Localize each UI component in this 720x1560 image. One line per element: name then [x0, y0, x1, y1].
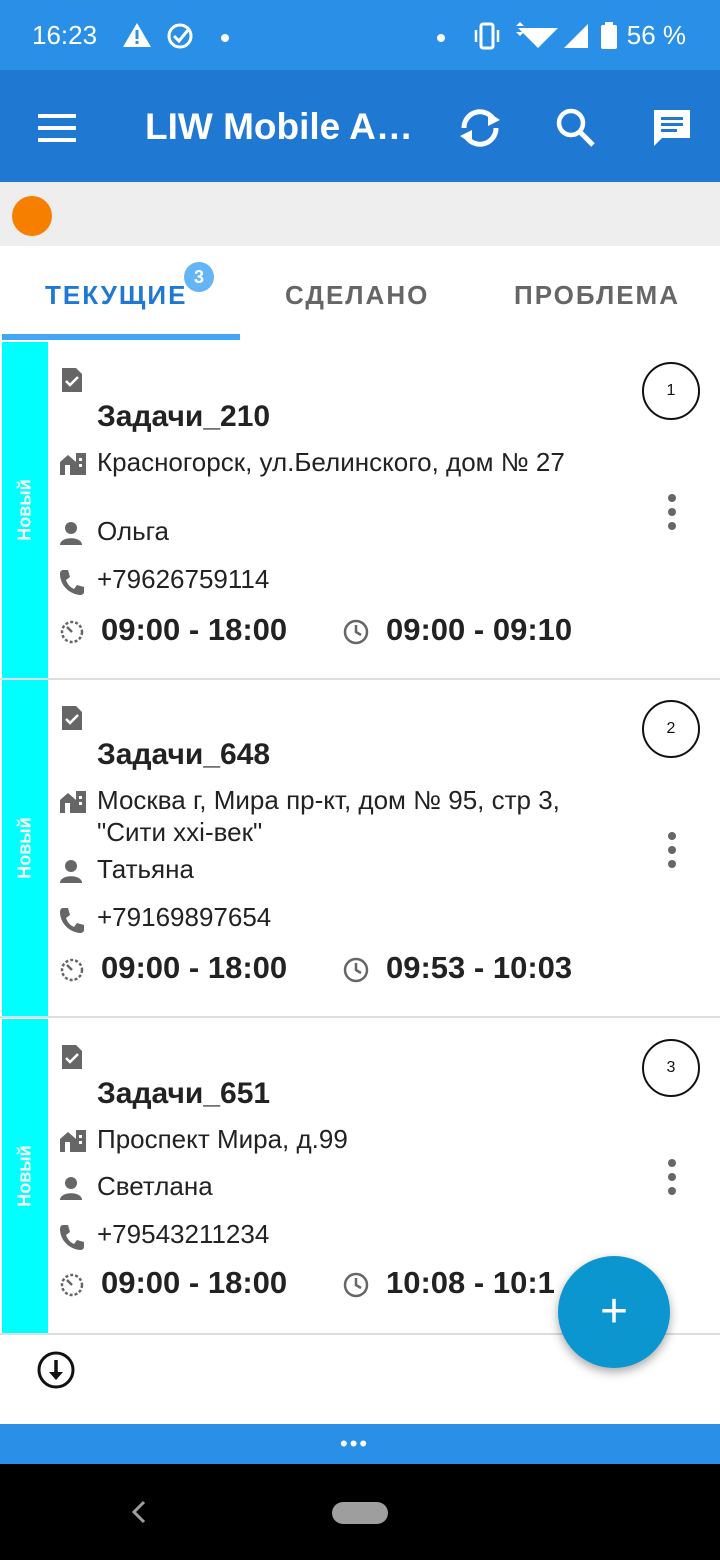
tab-current[interactable]: ТЕКУЩИЕ [45, 280, 187, 311]
connection-status-bar [0, 182, 720, 246]
signal-icon [562, 22, 590, 55]
status-stripe: Новый [2, 342, 48, 678]
task-document-icon [60, 366, 84, 399]
notification-dot-icon [220, 30, 230, 48]
tab-badge: 3 [184, 262, 214, 292]
app-title: LIW Mobile A… [145, 106, 413, 147]
status-bar: 16:23 56 % [0, 0, 720, 70]
task-eta: 09:53 - 10:03 [386, 950, 573, 985]
add-icon: + [599, 1285, 629, 1338]
status-label: Новый [14, 817, 35, 879]
status-stripe: Новый [2, 1019, 48, 1333]
task-address: Москва г, Мира пр-кт, дом № 95, стр 3, "… [97, 785, 560, 847]
task-address: Проспект Мира, д.99 [97, 1124, 348, 1154]
sync-icon[interactable] [456, 106, 500, 150]
task-title: Задачи_648 [97, 738, 271, 771]
building-icon [58, 450, 88, 481]
task-title: Задачи_210 [97, 400, 271, 433]
battery-icon [600, 22, 618, 55]
task-time-window: 09:00 - 18:00 [101, 1265, 288, 1300]
system-nav-bar [0, 1464, 720, 1560]
status-time: 16:23 [32, 20, 98, 50]
person-icon [58, 520, 84, 551]
task-contact: Светлана [97, 1171, 213, 1201]
task-order-number: 1 [642, 362, 700, 420]
phone-icon [58, 568, 86, 601]
bottom-expand-bar[interactable]: ••• [0, 1424, 720, 1464]
more-vert-icon[interactable] [658, 1157, 686, 1197]
more-vert-icon[interactable] [658, 830, 686, 870]
phone-icon [58, 1223, 86, 1256]
person-icon [58, 858, 84, 889]
task-eta: 09:00 - 09:10 [386, 612, 573, 647]
battery-percent: 56 % [626, 20, 686, 50]
add-task-button[interactable]: + [558, 1256, 670, 1368]
warning-icon [122, 22, 152, 53]
timer-icon [58, 618, 86, 651]
timer-icon [58, 1271, 86, 1304]
notification-dot-icon [436, 30, 446, 48]
clock-icon [342, 1271, 370, 1304]
task-card[interactable]: Новый Задачи_648 Москва г, Мира пр-кт, д… [0, 680, 720, 1018]
chat-icon[interactable] [650, 106, 694, 150]
vibrate-icon [472, 22, 502, 55]
status-stripe: Новый [2, 680, 48, 1016]
task-phone[interactable]: +79626759114 [97, 564, 269, 595]
app-bar: LIW Mobile A… [0, 70, 720, 182]
search-icon[interactable] [554, 106, 598, 150]
task-eta: 10:08 - 10:1 [386, 1265, 555, 1300]
task-phone[interactable]: +79169897654 [97, 902, 271, 933]
check-circle-icon [166, 22, 196, 55]
status-dot [12, 196, 52, 236]
task-phone[interactable]: +79543211234 [97, 1219, 269, 1250]
clock-icon [342, 956, 370, 989]
tab-indicator [2, 334, 240, 340]
task-order-number: 2 [642, 700, 700, 758]
task-order-number: 3 [642, 1039, 700, 1097]
clock-icon [342, 618, 370, 651]
more-vert-icon[interactable] [658, 492, 686, 532]
phone-icon [58, 906, 86, 939]
tab-done[interactable]: СДЕЛАНО [285, 280, 429, 311]
task-document-icon [60, 704, 84, 737]
task-address: Красногорск, ул.Белинского, дом № 27 [97, 447, 565, 477]
tab-bar: ТЕКУЩИЕ 3 СДЕЛАНО ПРОБЛЕМА [0, 246, 720, 342]
task-contact: Татьяна [97, 854, 194, 884]
timer-icon [58, 956, 86, 989]
menu-icon[interactable] [36, 106, 80, 150]
tab-problem[interactable]: ПРОБЛЕМА [514, 280, 680, 311]
task-time-window: 09:00 - 18:00 [101, 950, 288, 985]
task-document-icon [60, 1043, 84, 1076]
back-icon[interactable] [128, 1494, 150, 1535]
status-label: Новый [14, 1145, 35, 1207]
more-horiz-icon: ••• [340, 1431, 370, 1456]
task-time-window: 09:00 - 18:00 [101, 612, 288, 647]
status-label: Новый [14, 479, 35, 541]
task-card[interactable]: Новый Задачи_210 Красногорск, ул.Белинск… [0, 342, 720, 680]
wifi-icon [514, 22, 562, 55]
building-icon [58, 1127, 88, 1158]
download-icon[interactable] [36, 1350, 76, 1395]
building-icon [58, 788, 88, 819]
person-icon [58, 1175, 84, 1206]
home-button[interactable] [332, 1502, 388, 1524]
task-contact: Ольга [97, 516, 170, 546]
task-title: Задачи_651 [97, 1077, 271, 1110]
